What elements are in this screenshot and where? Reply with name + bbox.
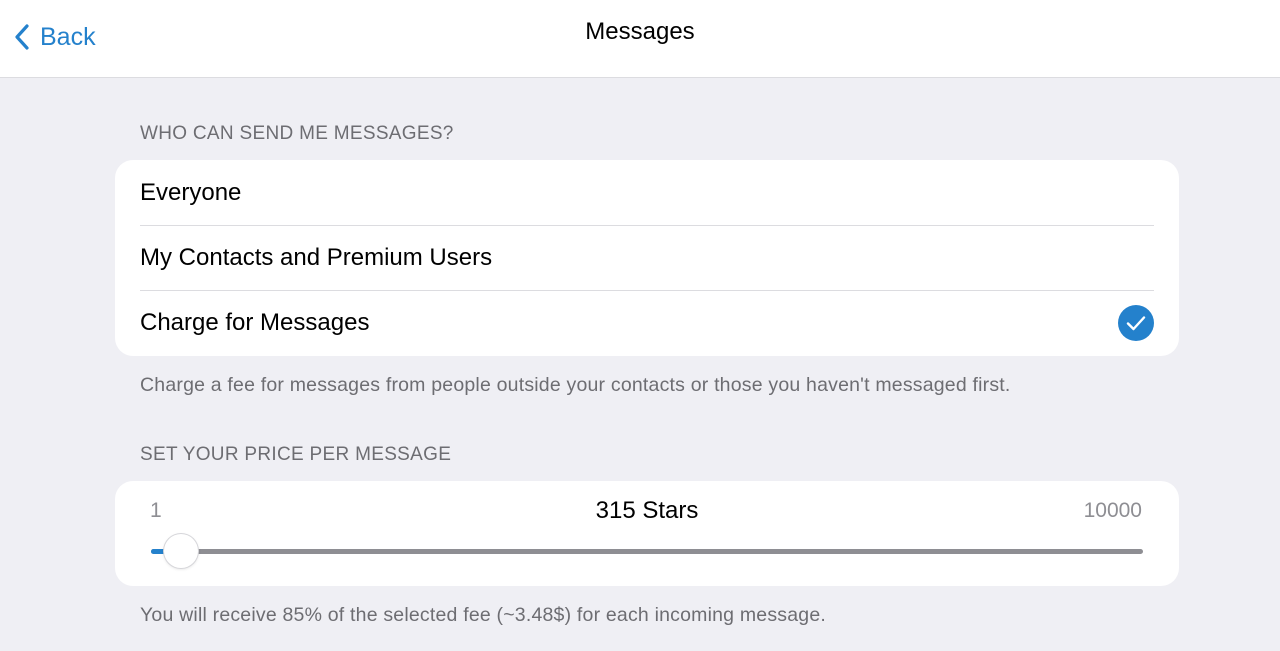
option-everyone[interactable]: Everyone bbox=[115, 160, 1179, 225]
navigation-bar: Back Messages bbox=[0, 0, 1280, 78]
price-slider-track[interactable] bbox=[151, 549, 1143, 554]
option-charge-for-messages[interactable]: Charge for Messages bbox=[115, 290, 1179, 355]
price-slider-card: 1 315 Stars 10000 bbox=[115, 481, 1179, 586]
checkmark-icon bbox=[1118, 304, 1154, 341]
privacy-options-card: Everyone My Contacts and Premium Users C… bbox=[115, 160, 1179, 356]
who-can-send-header: WHO CAN SEND ME MESSAGES? bbox=[140, 123, 454, 144]
option-label: My Contacts and Premium Users bbox=[140, 243, 493, 271]
option-label: Charge for Messages bbox=[140, 308, 370, 336]
slider-max-label: 10000 bbox=[1083, 499, 1142, 522]
page-title: Messages bbox=[585, 18, 695, 45]
price-header: SET YOUR PRICE PER MESSAGE bbox=[140, 444, 452, 465]
price-slider-thumb[interactable] bbox=[163, 534, 198, 568]
option-contacts-premium[interactable]: My Contacts and Premium Users bbox=[115, 225, 1179, 290]
earnings-footnote: You will receive 85% of the selected fee… bbox=[140, 604, 826, 626]
slider-value-label: 315 Stars bbox=[595, 497, 699, 524]
charge-footnote: Charge a fee for messages from people ou… bbox=[140, 374, 1011, 396]
option-label: Everyone bbox=[140, 178, 242, 206]
